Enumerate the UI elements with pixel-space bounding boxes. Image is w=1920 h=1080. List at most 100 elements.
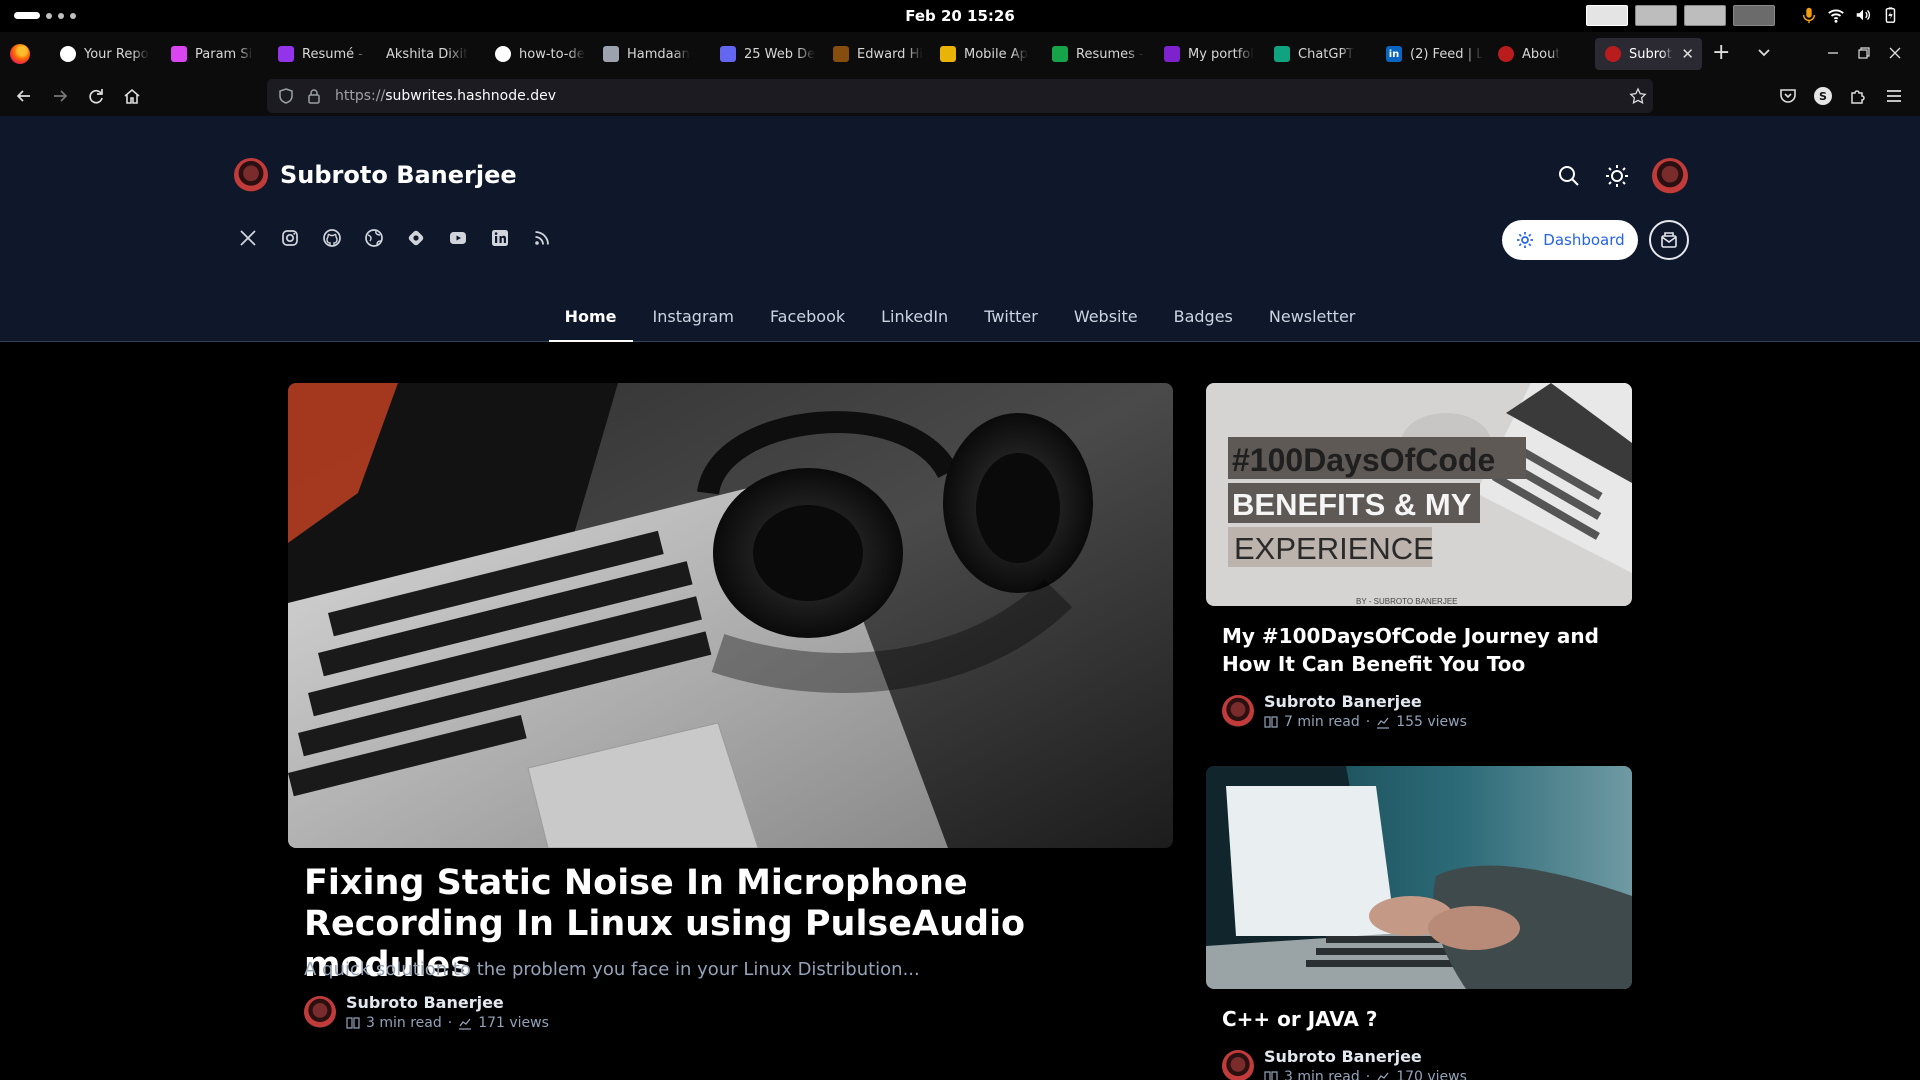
read-time: 7 min read <box>1284 714 1360 730</box>
url-host: subwrites.hashnode.dev <box>385 88 556 104</box>
reload-icon[interactable] <box>86 86 106 106</box>
browser-tab[interactable]: Your Repo <box>50 38 158 70</box>
view-count: 170 views <box>1396 1069 1467 1080</box>
pocket-icon[interactable] <box>1778 86 1798 106</box>
close-window-icon[interactable] <box>1888 46 1902 60</box>
author-name[interactable]: Subroto Banerjee <box>346 993 549 1012</box>
restore-icon[interactable] <box>1857 46 1871 60</box>
workspace-2[interactable] <box>1635 5 1677 26</box>
rss-icon[interactable] <box>532 228 552 248</box>
featured-article-cover[interactable] <box>288 383 1173 848</box>
blog-title[interactable]: Subroto Banerjee <box>280 161 517 189</box>
address-bar[interactable]: https://subwrites.hashnode.dev <box>267 79 1653 113</box>
browser-tab[interactable]: 25 Web De <box>710 38 818 70</box>
battery-icon[interactable] <box>1881 6 1899 24</box>
bookmark-star-icon[interactable] <box>1629 87 1647 105</box>
read-time: 3 min read <box>1284 1069 1360 1080</box>
search-icon[interactable] <box>1556 163 1582 189</box>
account-extension-icon[interactable]: S <box>1814 87 1832 105</box>
dashboard-button[interactable]: Dashboard <box>1502 220 1638 260</box>
browser-tab[interactable]: how-to-de <box>485 38 588 70</box>
workspace-1[interactable] <box>1586 5 1628 26</box>
author-avatar[interactable] <box>1222 1050 1254 1080</box>
lock-icon[interactable] <box>305 87 323 105</box>
article-title[interactable]: My #100DaysOfCode Journey and How It Can… <box>1222 622 1622 678</box>
system-clock[interactable]: Feb 20 15:26 <box>905 7 1015 25</box>
nav-link-home[interactable]: Home <box>548 292 633 342</box>
browser-tab[interactable]: Param Sid <box>161 38 253 70</box>
youtube-icon[interactable] <box>448 228 468 248</box>
nav-link-twitter[interactable]: Twitter <box>968 292 1054 342</box>
browser-tab[interactable]: in (2) Feed | L <box>1376 38 1496 70</box>
browser-tab[interactable]: Hamdaan <box>593 38 703 70</box>
home-icon[interactable] <box>122 86 142 106</box>
hamburger-menu-icon[interactable] <box>1884 86 1904 106</box>
browser-tab[interactable]: Resumes - <box>1042 38 1162 70</box>
activities-indicator[interactable] <box>14 12 76 19</box>
x-icon[interactable] <box>238 228 258 248</box>
browser-tab[interactable]: Edward Hi <box>823 38 933 70</box>
tab-title: Your Repo <box>84 46 149 62</box>
linkedin-icon[interactable] <box>490 228 510 248</box>
browser-tab[interactable]: My portfol <box>1154 38 1264 70</box>
article-title[interactable]: C++ or JAVA ? <box>1222 1005 1622 1033</box>
author-avatar[interactable] <box>1222 695 1254 727</box>
system-tray[interactable] <box>1800 6 1899 24</box>
blog-header: Subroto Banerjee Dashboard Home Instagram… <box>0 116 1920 342</box>
nav-link-newsletter[interactable]: Newsletter <box>1253 292 1372 342</box>
firefox-icon[interactable] <box>10 44 30 64</box>
close-tab-icon[interactable]: ✕ <box>1681 45 1694 63</box>
minimize-icon[interactable] <box>1826 46 1840 60</box>
user-avatar[interactable] <box>1652 158 1688 194</box>
workspace-4[interactable] <box>1733 5 1775 26</box>
nav-link-linkedin[interactable]: LinkedIn <box>865 292 964 342</box>
book-icon <box>346 1017 360 1029</box>
extensions-puzzle-icon[interactable] <box>1848 86 1868 106</box>
hashnode-icon[interactable] <box>406 228 426 248</box>
article-cover-cpp-or-java[interactable] <box>1206 766 1632 989</box>
new-tab-plus-icon[interactable]: + <box>1712 42 1730 64</box>
volume-icon[interactable] <box>1854 6 1872 24</box>
separator-dot: · <box>1365 1069 1371 1080</box>
instagram-icon[interactable] <box>280 228 300 248</box>
article-cover-100daysofcode[interactable]: #100DaysOfCode BENEFITS & MY EXPERIENCE … <box>1206 383 1632 606</box>
author-name[interactable]: Subroto Banerjee <box>1264 1047 1467 1066</box>
nav-link-website[interactable]: Website <box>1058 292 1154 342</box>
browser-tab[interactable]: About <box>1488 38 1598 70</box>
blog-brand[interactable]: Subroto Banerjee <box>234 158 517 192</box>
github-icon <box>60 46 76 62</box>
cover-text-line-2: BENEFITS & MY <box>1232 487 1472 522</box>
hashnode-icon <box>720 46 736 62</box>
author-avatar[interactable] <box>304 996 336 1028</box>
nav-link-instagram[interactable]: Instagram <box>637 292 750 342</box>
window-controls <box>1826 46 1902 60</box>
theme-toggle-sun-icon[interactable] <box>1604 163 1630 189</box>
github-icon[interactable] <box>322 228 342 248</box>
newsletter-subscribe-button[interactable] <box>1649 220 1689 260</box>
microphone-icon[interactable] <box>1800 6 1818 24</box>
browser-tab[interactable]: Resumé - F <box>268 38 368 70</box>
nav-link-badges[interactable]: Badges <box>1158 292 1249 342</box>
workspace-3[interactable] <box>1684 5 1726 26</box>
tab-title: Subroto <box>1629 46 1673 62</box>
back-arrow-icon[interactable] <box>14 86 34 106</box>
nav-link-facebook[interactable]: Facebook <box>754 292 861 342</box>
browser-tab[interactable]: Subroto ✕ <box>1595 38 1702 70</box>
browser-tab[interactable]: Mobile Ap <box>930 38 1040 70</box>
toolbar-extensions: S <box>1778 86 1904 106</box>
tab-title: Resumé - F <box>302 46 368 62</box>
globe-icon[interactable] <box>364 228 384 248</box>
workspace-switcher[interactable] <box>1586 5 1775 26</box>
wifi-icon[interactable] <box>1827 6 1845 24</box>
browser-tab[interactable]: Akshita Dixit <box>376 38 476 70</box>
shield-icon[interactable] <box>277 87 295 105</box>
forward-arrow-icon[interactable] <box>50 86 70 106</box>
tab-title: Resumes - <box>1076 46 1144 62</box>
browser-tab[interactable]: ChatGPT <box>1264 38 1374 70</box>
avatar-icon <box>1498 46 1514 62</box>
list-all-tabs-chevron-icon[interactable] <box>1756 44 1772 64</box>
author-name[interactable]: Subroto Banerjee <box>1264 692 1467 711</box>
tab-title: (2) Feed | L <box>1410 46 1484 62</box>
url-text[interactable]: https://subwrites.hashnode.dev <box>335 88 556 104</box>
system-top-bar: Feb 20 15:26 <box>0 0 1920 32</box>
